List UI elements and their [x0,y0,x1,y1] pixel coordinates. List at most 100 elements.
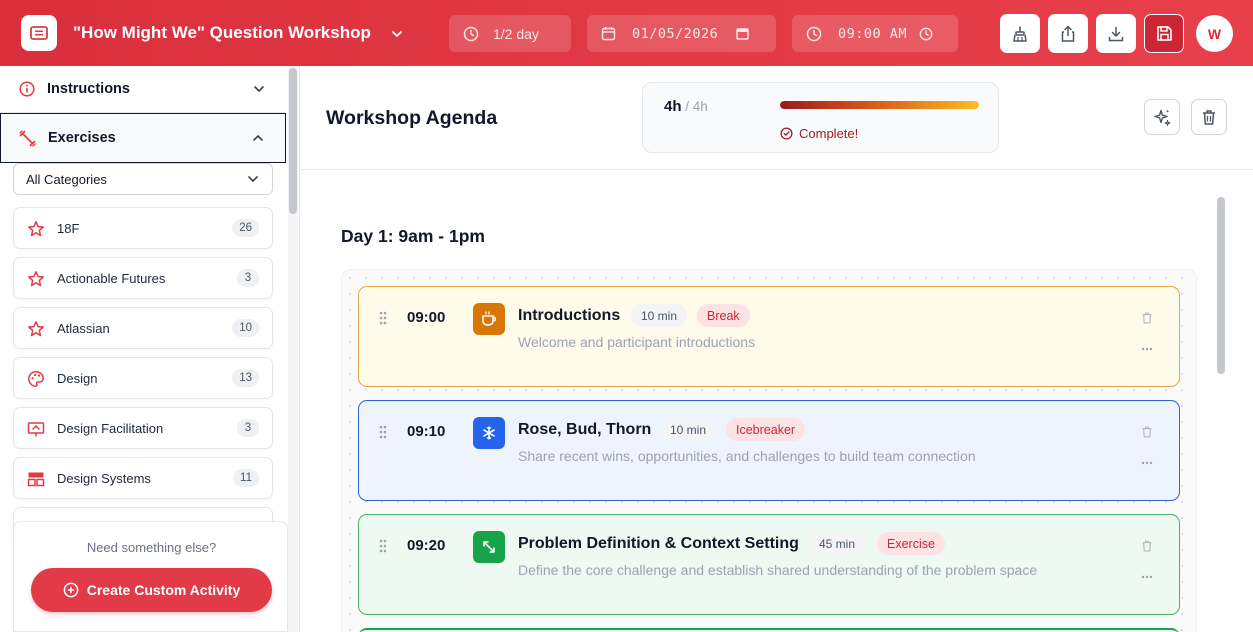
create-custom-activity-label: Create Custom Activity [86,582,241,598]
chevron-up-icon [253,135,263,141]
agenda-item-problem-definition[interactable]: 09:20 Problem Definition & Context Setti… [358,514,1180,615]
palette-icon [28,371,44,387]
agenda-scrollbar-thumb[interactable] [1217,197,1225,374]
snowflake-icon [483,426,495,440]
time-input[interactable]: 09:00 AM [792,15,958,52]
more-options-icon[interactable] [1141,575,1153,579]
category-item-actionable-futures[interactable]: Actionable Futures 3 [13,257,273,299]
duration-value: 1/2 day [493,25,539,42]
download-button[interactable] [1096,14,1136,53]
category-item-design-systems[interactable]: Design Systems 11 [13,457,273,499]
time-progress-fill [780,101,979,109]
custom-activity-panel: Need something else? Create Custom Activ… [13,521,288,632]
sidebar: Instructions Exercises All Categories 18… [0,66,300,632]
exercises-section-toggle[interactable]: Exercises [0,113,286,163]
category-count-badge: 10 [232,319,259,337]
page-title: Workshop Agenda [326,107,498,129]
agenda-item-introductions[interactable]: 09:00 Introductions 10 min Break Welcome… [358,286,1180,387]
hours-scheduled: 4h [664,98,682,115]
star-icon [28,221,44,237]
more-options-icon[interactable] [1141,347,1153,351]
ai-generate-button[interactable] [1144,99,1180,135]
category-label: 18F [57,221,80,236]
agenda-body: Day 1: 9am - 1pm 09:00 Introductions 10 … [301,171,1253,632]
category-filter-value: All Categories [26,171,107,187]
date-input[interactable]: 01/05/2026 [587,15,776,52]
activity-title: Rose, Bud, Thorn [518,421,652,438]
sidebar-scrollbar[interactable] [288,66,298,632]
chevron-down-icon [248,176,258,182]
save-icon [1156,26,1172,41]
category-label: Design Facilitation [57,421,164,436]
share-button[interactable] [1048,14,1088,53]
user-avatar[interactable]: W [1196,15,1233,52]
category-count-badge: 11 [233,469,259,487]
layout-icon [27,472,45,487]
activity-time: 09:00 [407,309,446,326]
agenda-header: Workshop Agenda 4h / 4h Complete! [301,66,1253,170]
activity-title: Problem Definition & Context Setting [518,535,799,552]
category-item-atlassian[interactable]: Atlassian 10 [13,307,273,349]
activity-time: 09:10 [407,423,446,440]
agenda-item-rose-bud-thorn[interactable]: 09:10 Rose, Bud, Thorn 10 min Icebreaker… [358,400,1180,501]
trash-icon[interactable] [1141,311,1153,325]
agenda-scrollbar[interactable] [1215,193,1227,632]
category-label: Actionable Futures [57,271,166,286]
trash-icon[interactable] [1141,425,1153,439]
category-item-design[interactable]: Design 13 [13,357,273,399]
drag-handle-icon[interactable] [379,539,387,553]
star-icon [28,271,44,287]
clean-button[interactable] [1000,14,1040,53]
workshop-title[interactable]: "How Might We" Question Workshop [73,23,371,43]
time-progress-card: 4h / 4h Complete! [642,82,999,153]
sparkles-icon [1153,109,1171,126]
activity-description: Share recent wins, opportunities, and ch… [518,448,976,464]
agenda-item-next[interactable] [358,628,1180,632]
duration-select[interactable]: 1/2 day [449,15,571,52]
check-circle-icon [780,127,793,140]
activity-type-icon [473,417,505,449]
calendar-icon [601,27,616,41]
progress-status-label: Complete! [799,126,859,141]
category-label: Design Systems [57,471,151,486]
hours-total: 4h [692,99,708,114]
info-icon [19,81,35,97]
create-custom-activity-button[interactable]: Create Custom Activity [31,568,272,612]
menu-icon [30,26,48,40]
activity-type-icon [473,303,505,335]
dumbbell-icon [19,129,36,147]
clock-icon [806,26,822,41]
activity-duration-badge: 10 min [631,304,688,327]
broom-icon [1013,26,1027,42]
calendar-picker-icon[interactable] [736,27,749,40]
category-label: Atlassian [57,321,110,336]
instructions-label: Instructions [47,81,130,97]
time-picker-icon[interactable] [919,27,933,41]
activity-description: Welcome and participant introductions [518,334,756,350]
category-count-badge: 3 [237,419,259,437]
chevron-down-icon[interactable] [388,25,406,43]
category-item-18f[interactable]: 18F 26 [13,207,273,249]
drag-handle-icon[interactable] [379,425,387,439]
star-icon [28,321,44,337]
activity-type-tag: Icebreaker [726,418,806,441]
hours-summary: 4h / 4h [664,98,708,115]
activity-type-tag: Exercise [877,532,945,555]
activity-title: Introductions [518,307,621,324]
sidebar-scrollbar-thumb[interactable] [289,68,297,214]
category-filter-select[interactable]: All Categories [13,163,273,195]
more-options-icon[interactable] [1141,461,1153,465]
category-item-design-facilitation[interactable]: Design Facilitation 3 [13,407,273,449]
save-button[interactable] [1144,14,1184,53]
coffee-icon [482,311,497,326]
time-value: 09:00 AM [838,25,908,42]
instructions-section-toggle[interactable]: Instructions [0,66,286,113]
clear-agenda-button[interactable] [1191,99,1227,135]
activity-type-tag: Break [697,304,750,327]
app-header: "How Might We" Question Workshop 1/2 day… [0,0,1253,66]
trash-icon[interactable] [1141,539,1153,553]
activity-time: 09:20 [407,537,446,554]
progress-status: Complete! [780,126,858,141]
menu-button[interactable] [21,15,57,51]
drag-handle-icon[interactable] [379,311,387,325]
